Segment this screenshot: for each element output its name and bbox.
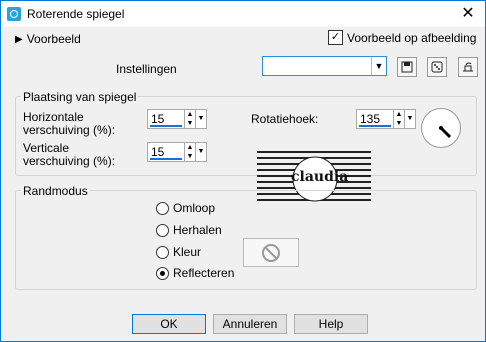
ok-button[interactable]: OK <box>132 314 206 334</box>
title-bar[interactable]: Roterende spiegel ✕ <box>1 1 485 27</box>
edge-mode-label-wrap: Omloop <box>173 201 216 215</box>
help-button[interactable]: Help <box>294 314 368 334</box>
rotation-dial[interactable] <box>421 108 461 148</box>
settings-preset-select[interactable]: ▼ <box>262 56 387 76</box>
horizontal-offset-label-line2: verschuiving (%): <box>23 123 116 137</box>
rotation-angle-slider-bar[interactable] <box>359 125 391 127</box>
edge-mode-label-repeat: Herhalen <box>173 223 222 237</box>
preview-toggle[interactable]: ▶ Voorbeeld <box>15 32 81 46</box>
cancel-button[interactable]: Annuleren <box>213 314 287 334</box>
vertical-offset-value: 15 <box>151 145 165 159</box>
rotation-angle-input[interactable]: 135 <box>356 109 394 129</box>
reset-button[interactable] <box>458 57 478 77</box>
horizontal-offset-slider-bar[interactable] <box>150 125 182 127</box>
preview-toggle-label: Voorbeeld <box>26 32 81 46</box>
rotation-angle-updown[interactable]: ▲ ▼ <box>394 109 405 129</box>
horizontal-offset-spinner[interactable]: 15 ▲ ▼ ▼ <box>147 109 207 131</box>
watermark-text: claudia <box>291 169 349 185</box>
vertical-offset-label: Verticale verschuiving (%): <box>23 142 115 168</box>
preview-on-image-label: Voorbeeld op afbeelding <box>347 30 477 45</box>
chevron-down-icon[interactable]: ▼ <box>371 57 386 75</box>
horizontal-offset-value: 15 <box>151 112 165 126</box>
edge-mode-radio-wrap[interactable] <box>156 201 169 215</box>
rotation-angle-label: Rotatiehoek: <box>251 112 319 126</box>
reset-icon <box>463 62 473 72</box>
edge-mode-label-color: Kleur <box>173 245 202 259</box>
vertical-offset-spinner[interactable]: 15 ▲ ▼ ▼ <box>147 142 207 164</box>
vertical-offset-updown[interactable]: ▲ ▼ <box>185 142 196 162</box>
rotation-angle-spinner[interactable]: 135 ▲ ▼ ▼ <box>356 109 416 131</box>
edge-color-swatch[interactable] <box>243 238 299 267</box>
horizontal-offset-input[interactable]: 15 <box>147 109 185 129</box>
vertical-offset-dropdown[interactable]: ▼ <box>196 142 207 162</box>
edge-mode-radio-repeat[interactable] <box>156 223 169 237</box>
edge-mode-option-repeat[interactable]: Herhalen <box>156 223 222 237</box>
edge-mode-option-color[interactable]: Kleur <box>156 245 201 259</box>
close-button[interactable]: ✕ <box>457 3 479 25</box>
horizontal-offset-dropdown[interactable]: ▼ <box>196 109 207 129</box>
randomize-button[interactable] <box>427 57 447 77</box>
vertical-offset-slider-bar[interactable] <box>150 158 182 160</box>
disabled-icon <box>262 243 280 262</box>
dice-icon <box>431 61 443 73</box>
app-icon <box>7 7 21 21</box>
horizontal-offset-updown[interactable]: ▲ ▼ <box>185 109 196 129</box>
preview-on-image-checkbox[interactable]: ✓ <box>328 30 343 45</box>
vertical-offset-label-line2: verschuiving (%): <box>23 154 116 168</box>
window-title: Roterende spiegel <box>27 7 125 21</box>
edge-mode-group-title: Randmodus <box>21 184 90 198</box>
save-preset-button[interactable] <box>397 57 417 77</box>
expand-triangle-icon: ▶ <box>15 33 23 45</box>
dial-needle-icon <box>439 126 452 139</box>
edge-mode-label-reflect: Reflecteren <box>173 266 235 280</box>
edge-mode-option-reflect[interactable]: Reflecteren <box>156 266 234 280</box>
edge-mode-radio-color[interactable] <box>156 245 169 259</box>
rotation-angle-dropdown[interactable]: ▼ <box>405 109 416 129</box>
edge-mode-option-wrap[interactable]: Omloop <box>156 201 215 215</box>
edge-mode-radio-reflect[interactable] <box>156 266 169 280</box>
settings-label: Instellingen <box>116 62 177 76</box>
preview-on-image-option[interactable]: ✓ Voorbeeld op afbeelding <box>328 30 476 45</box>
rotation-angle-value: 135 <box>360 112 381 126</box>
vertical-offset-input[interactable]: 15 <box>147 142 185 162</box>
horizontal-offset-label: Horizontale verschuiving (%): <box>23 111 115 137</box>
save-icon <box>401 61 413 73</box>
placement-group-title: Plaatsing van spiegel <box>21 90 139 104</box>
dialog-window: Roterende spiegel ✕ ▶ Voorbeeld ✓ Voorbe… <box>0 0 486 342</box>
